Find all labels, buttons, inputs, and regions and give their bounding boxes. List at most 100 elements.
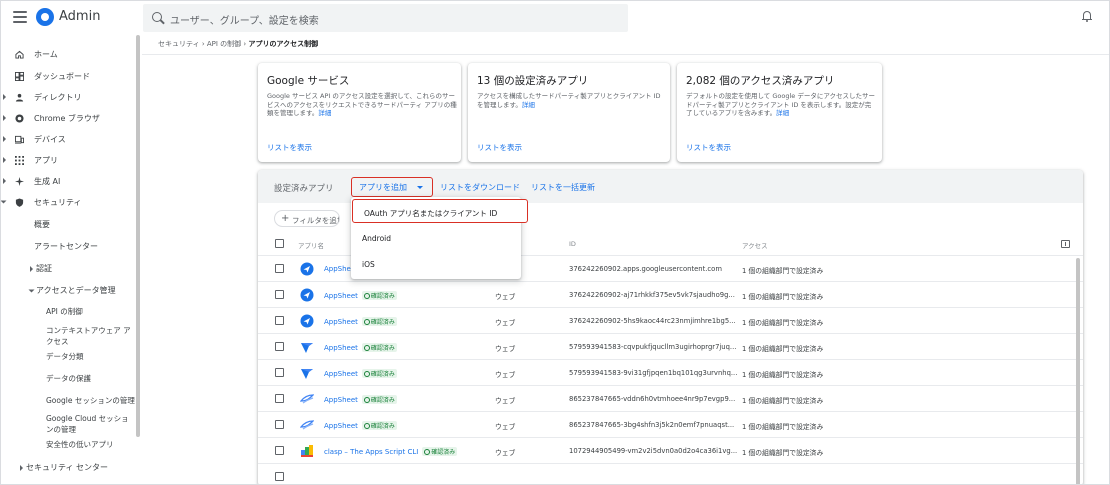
access-cell: 1 個の組織部門で設定済み xyxy=(742,267,824,275)
appsheet-check-icon xyxy=(301,369,313,379)
bulk-update-link[interactable]: リストを一括更新 xyxy=(531,182,595,193)
chevron-down-icon[interactable] xyxy=(1,200,7,204)
chevron-right-icon[interactable] xyxy=(3,136,6,142)
chevron-right-icon[interactable] xyxy=(3,157,6,163)
breadcrumb-current: アプリのアクセス制御 xyxy=(248,40,319,48)
sidebar-item-label: 生成 AI xyxy=(34,176,61,186)
sidebar-item-authentication[interactable]: 認証 xyxy=(36,263,52,274)
table-scrollbar[interactable] xyxy=(1076,258,1080,484)
panel-title: 設定済みアプリ xyxy=(274,184,334,194)
dashboard-icon xyxy=(15,72,24,81)
search-bar[interactable]: ユーザー、グループ、設定を検索 xyxy=(143,4,628,32)
chevron-right-icon[interactable] xyxy=(3,94,6,100)
app-type-cell: ウェブ xyxy=(495,345,516,353)
access-cell: 1 個の組織部門で設定済み xyxy=(742,423,824,431)
row-checkbox[interactable] xyxy=(275,264,284,273)
app-name-cell[interactable]: AppSheet 確認済み xyxy=(324,421,397,430)
table-row[interactable] xyxy=(258,463,1083,484)
admin-logo-icon[interactable] xyxy=(36,8,54,26)
appsheet-wing-icon xyxy=(300,394,314,404)
learn-more-link[interactable]: 詳細 xyxy=(318,109,331,117)
sidebar-item-google-session[interactable]: Google セッションの管理 xyxy=(46,395,135,406)
chevron-right-icon[interactable] xyxy=(3,178,6,184)
menu-item-ios[interactable]: iOS xyxy=(351,252,521,276)
app-name-cell[interactable]: AppSheet 確認済み xyxy=(324,369,397,378)
add-filter-button[interactable]: + フィルタを追加 xyxy=(274,210,340,227)
select-all-checkbox[interactable] xyxy=(275,239,284,248)
access-cell: 1 個の組織部門で設定済み xyxy=(742,319,824,327)
app-name-cell[interactable]: AppSheet 確認済み xyxy=(324,343,397,352)
home-icon xyxy=(15,50,24,59)
row-checkbox[interactable] xyxy=(275,446,284,455)
check-circle-icon xyxy=(363,423,370,429)
chevron-right-icon[interactable] xyxy=(30,266,33,272)
sidebar-item-alert-center[interactable]: アラートセンター xyxy=(34,241,98,252)
add-app-label: アプリを追加 xyxy=(359,183,407,192)
hamburger-menu-icon[interactable] xyxy=(13,11,27,23)
add-app-dropdown-menu: OAuth アプリ名またはクライアント ID Android iOS xyxy=(351,197,528,279)
sidebar-scrollbar[interactable] xyxy=(136,35,140,437)
row-checkbox[interactable] xyxy=(275,472,284,481)
menu-item-oauth-app[interactable]: OAuth アプリ名またはクライアント ID xyxy=(352,199,528,223)
chevron-right-icon[interactable] xyxy=(3,115,6,121)
verified-badge: 確認済み xyxy=(361,343,397,352)
row-checkbox[interactable] xyxy=(275,394,284,403)
row-checkbox[interactable] xyxy=(275,342,284,351)
check-circle-icon xyxy=(424,449,431,455)
search-input[interactable]: ユーザー、グループ、設定を検索 xyxy=(170,12,319,27)
row-checkbox[interactable] xyxy=(275,368,284,377)
table-row[interactable]: AppSheet 確認済み ウェブ 376242260902-5hs9kaoc44… xyxy=(258,307,1083,333)
check-circle-icon xyxy=(363,293,370,299)
sidebar-item-api-controls[interactable]: API の制御 xyxy=(46,306,83,317)
table-row[interactable]: AppSheet 確認済み ウェブ 376242260902-aj71rhkkf3… xyxy=(258,281,1083,307)
table-row[interactable]: AppSheet 確認済み ウェブ 579593941583-cqvpukfjqu… xyxy=(258,333,1083,359)
chevron-right-icon[interactable] xyxy=(20,465,23,471)
learn-more-link[interactable]: 詳細 xyxy=(522,101,535,109)
sidebar-item-access-data-control[interactable]: アクセスとデータ管理 xyxy=(36,285,116,296)
sidebar-item-cloud-session[interactable]: Google Cloud セッションの管理 xyxy=(46,413,134,435)
notification-bell-icon[interactable] xyxy=(1082,10,1092,22)
chevron-down-icon[interactable] xyxy=(28,289,35,293)
appsheet-blue-icon xyxy=(300,314,314,328)
app-name[interactable]: Admin xyxy=(59,9,100,24)
row-checkbox[interactable] xyxy=(275,420,284,429)
sidebar-item-overview[interactable]: 概要 xyxy=(34,219,50,230)
download-list-link[interactable]: リストをダウンロード xyxy=(440,182,520,193)
app-name-cell[interactable]: AppSheet 確認済み xyxy=(324,291,397,300)
sidebar-item-label: ホーム xyxy=(34,49,58,59)
add-filter-label: フィルタを追加 xyxy=(292,216,340,225)
column-settings-icon[interactable] xyxy=(1061,240,1070,248)
menu-item-android[interactable]: Android xyxy=(351,226,521,250)
chrome-icon xyxy=(15,114,24,123)
table-row[interactable]: clasp – The Apps Script CLI 確認済み ウェブ 1072… xyxy=(258,437,1083,463)
add-app-button[interactable]: アプリを追加 xyxy=(351,177,433,197)
breadcrumb-security[interactable]: セキュリティ xyxy=(158,40,200,48)
breadcrumb: セキュリティ › API の制御 › アプリのアクセス制御 xyxy=(158,39,318,49)
table-row[interactable]: AppSheet 確認済み ウェブ 579593941583-9vi31gfjpq… xyxy=(258,359,1083,385)
breadcrumb-api-controls[interactable]: API の制御 xyxy=(207,40,241,48)
app-name-cell[interactable]: AppSheet 確認済み xyxy=(324,317,397,326)
sidebar-item-data-classification[interactable]: データ分類 xyxy=(46,351,84,362)
view-list-link[interactable]: リストを表示 xyxy=(267,142,312,153)
sidebar-item-less-secure-apps[interactable]: 安全性の低いアプリ xyxy=(46,439,114,450)
access-cell: 1 個の組織部門で設定済み xyxy=(742,345,824,353)
table-row[interactable]: AppSheet 確認済み ウェブ 865237847665-3bg4shfn3j… xyxy=(258,411,1083,437)
view-list-link[interactable]: リストを表示 xyxy=(686,142,731,153)
top-bar: Admin ユーザー、グループ、設定を検索 xyxy=(1,1,1109,35)
verified-badge: 確認済み xyxy=(361,317,397,326)
client-id-cell: 376242260902-aj71rhkkf375ev5vk7sjaudho9g… xyxy=(569,291,735,299)
table-row[interactable]: AppSheet 確認済み ウェブ 865237847665-vddn6h0vtm… xyxy=(258,385,1083,411)
sidebar-item-security-center[interactable]: セキュリティ センター xyxy=(26,462,108,473)
sidebar-item-context-aware[interactable]: コンテキストアウェア アクセス xyxy=(46,325,134,347)
verified-badge: 確認済み xyxy=(361,421,397,430)
sidebar-item-data-protection[interactable]: データの保護 xyxy=(46,373,91,384)
app-name-cell[interactable]: AppSheet 確認済み xyxy=(324,395,397,404)
card-accessed-apps: 2,082 個のアクセス済みアプリ デフォルトの設定を使用して Google デ… xyxy=(677,63,882,162)
app-type-cell: ウェブ xyxy=(495,371,516,379)
view-list-link[interactable]: リストを表示 xyxy=(477,142,522,153)
app-name-cell[interactable]: clasp – The Apps Script CLI 確認済み xyxy=(324,447,458,456)
learn-more-link[interactable]: 詳細 xyxy=(776,109,789,117)
row-checkbox[interactable] xyxy=(275,316,284,325)
client-id-cell: 579593941583-cqvpukfjqucllm3ugirhoprgr7j… xyxy=(569,343,737,351)
row-checkbox[interactable] xyxy=(275,290,284,299)
